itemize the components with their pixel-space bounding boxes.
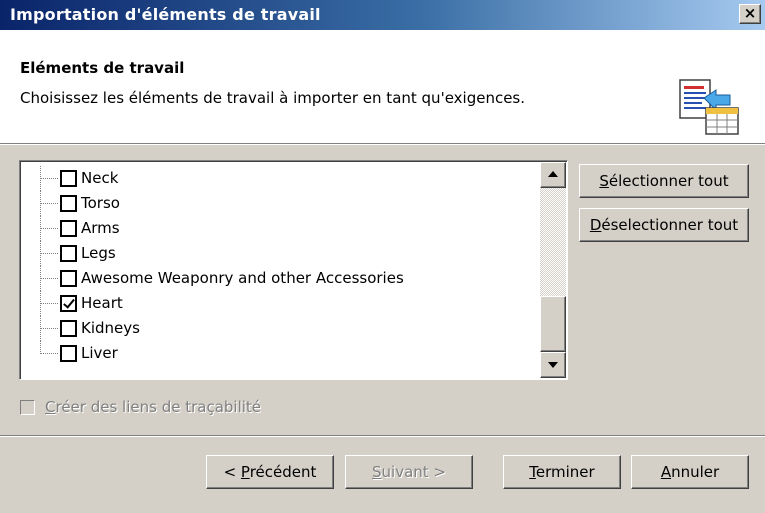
tree-connector: [40, 228, 58, 229]
tree-item-label: Legs: [81, 244, 116, 262]
page-description: Choisissez les éléments de travail à imp…: [20, 89, 526, 107]
footer-divider-highlight: [0, 436, 765, 437]
cancel-button[interactable]: Annuler: [631, 455, 749, 489]
tree-item[interactable]: Heart: [20, 291, 540, 316]
tree-item[interactable]: Liver: [20, 341, 540, 366]
tree-item[interactable]: Kidneys: [20, 316, 540, 341]
close-button[interactable]: ×: [739, 4, 761, 24]
tree-connector: [40, 253, 58, 254]
tree-connector: [40, 203, 58, 204]
traceability-checkbox: [20, 400, 35, 415]
select-all-label: Sélectionner tout: [599, 172, 729, 190]
checkbox[interactable]: [60, 270, 77, 287]
tree-item[interactable]: Awesome Weaponry and other Accessories: [20, 266, 540, 291]
tree-item-label: Awesome Weaponry and other Accessories: [81, 269, 404, 287]
vertical-scrollbar[interactable]: [540, 162, 566, 378]
tree-item-label: Neck: [81, 169, 119, 187]
checkbox[interactable]: [60, 245, 77, 262]
tree-connector: [40, 353, 58, 354]
next-button: Suivant >: [345, 455, 473, 489]
wizard-header: Eléments de travail Choisissez les éléme…: [0, 30, 765, 144]
traceability-label: Créer des liens de traçabilité: [45, 398, 262, 416]
checkbox[interactable]: [60, 195, 77, 212]
tree-item[interactable]: Arms: [20, 216, 540, 241]
checkbox[interactable]: [60, 220, 77, 237]
page-title: Eléments de travail: [20, 59, 185, 77]
arrow-up-icon: [548, 171, 558, 177]
deselect-all-button[interactable]: Déselectionner tout: [579, 208, 749, 242]
tree-item-label: Torso: [81, 194, 120, 212]
select-all-button[interactable]: Sélectionner tout: [579, 164, 749, 198]
title-bar: Importation d'éléments de travail ×: [0, 0, 765, 30]
finish-button[interactable]: Terminer: [503, 455, 621, 489]
work-items-tree[interactable]: Neck Torso Arms Legs Awesome Weaponry an…: [19, 160, 568, 380]
checkbox[interactable]: [60, 320, 77, 337]
scroll-thumb[interactable]: [540, 296, 566, 352]
deselect-all-label: Déselectionner tout: [589, 216, 739, 234]
checkbox-checked[interactable]: [60, 295, 77, 312]
checkbox[interactable]: [60, 170, 77, 187]
tree-connector: [40, 278, 58, 279]
previous-button[interactable]: < Précédent: [206, 455, 334, 489]
header-divider: [0, 144, 765, 145]
tree-item-label: Kidneys: [81, 319, 140, 337]
close-icon: ×: [743, 4, 757, 22]
checkbox[interactable]: [60, 345, 77, 362]
tree-item[interactable]: Legs: [20, 241, 540, 266]
arrow-down-icon: [548, 362, 558, 368]
window-title: Importation d'éléments de travail: [10, 5, 321, 24]
tree-item[interactable]: Neck: [20, 166, 540, 191]
tree-item[interactable]: Torso: [20, 191, 540, 216]
scroll-down-button[interactable]: [540, 352, 566, 378]
tree-item-label: Liver: [81, 344, 118, 362]
cancel-label: Annuler: [660, 463, 720, 481]
next-label: Suivant >: [372, 463, 446, 481]
tree-connector: [40, 303, 58, 304]
tree-connector: [40, 178, 58, 179]
tree-item-label: Arms: [81, 219, 120, 237]
tree-connector: [40, 328, 58, 329]
finish-label: Terminer: [529, 463, 595, 481]
scroll-up-button[interactable]: [540, 162, 566, 188]
tree-item-label: Heart: [81, 294, 123, 312]
previous-label: < Précédent: [223, 463, 317, 481]
import-requirements-icon: [679, 79, 739, 135]
